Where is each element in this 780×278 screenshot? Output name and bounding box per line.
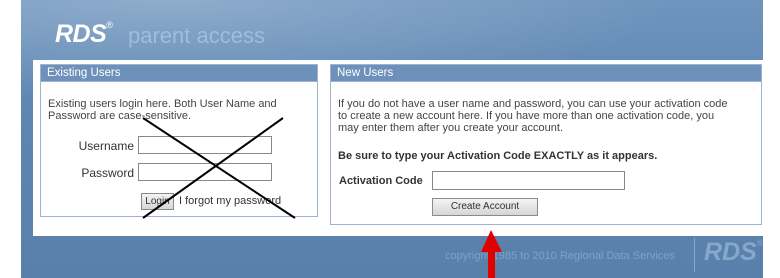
cross-line [142, 117, 296, 219]
arrow-head [481, 230, 502, 252]
arrow-shaft [488, 248, 495, 278]
red-up-arrow-icon [481, 230, 502, 278]
cross-out-mark-icon [142, 117, 296, 219]
annotation-overlay [142, 117, 502, 278]
